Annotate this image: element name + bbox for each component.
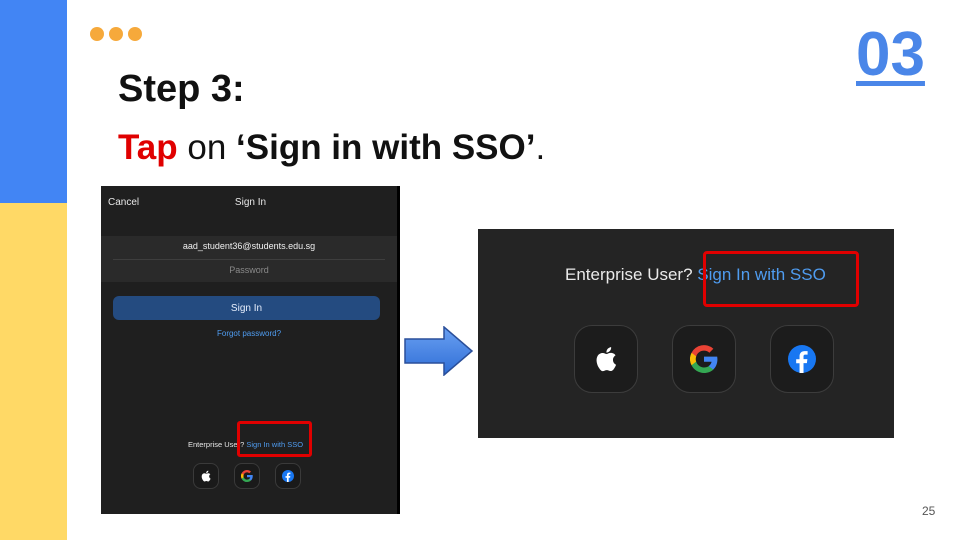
google-icon: [690, 345, 718, 373]
apple-login-button[interactable]: [574, 325, 638, 393]
dot: [90, 27, 104, 41]
instruction-target: ‘Sign in with SSO’: [236, 128, 536, 167]
field-divider: [113, 259, 385, 260]
instruction-action: Tap: [118, 128, 178, 167]
phone-screenshot: Cancel Sign In aad_student36@students.ed…: [101, 186, 400, 514]
step-title: Step 3:: [118, 68, 245, 110]
facebook-icon: [788, 345, 816, 373]
decorative-dots: [90, 27, 142, 41]
facebook-login-button[interactable]: [275, 463, 301, 489]
dot: [109, 27, 123, 41]
credential-fields: aad_student36@students.edu.sg Password: [101, 236, 397, 282]
google-login-button[interactable]: [672, 325, 736, 393]
screen-title: Sign In: [234, 197, 267, 208]
right-arrow-icon: [404, 326, 474, 376]
password-field[interactable]: Password: [113, 265, 385, 275]
instruction: Tap on ‘Sign in with SSO’.: [118, 128, 545, 168]
dot: [128, 27, 142, 41]
apple-icon: [596, 347, 617, 372]
google-icon: [241, 470, 253, 482]
sso-highlight-box: [237, 421, 312, 457]
facebook-login-button[interactable]: [770, 325, 834, 393]
zoomed-sso-view: Enterprise User? Sign In with SSO: [478, 229, 894, 438]
apple-icon: [201, 470, 211, 482]
google-login-button[interactable]: [234, 463, 260, 489]
enterprise-label: Enterprise User?: [565, 265, 698, 284]
sign-in-button[interactable]: Sign In: [113, 296, 380, 320]
apple-login-button[interactable]: [193, 463, 219, 489]
sso-highlight-box: [703, 251, 859, 307]
accent-bar-yellow: [0, 203, 67, 540]
accent-bar-blue: [0, 0, 67, 203]
forgot-password-link[interactable]: Forgot password?: [101, 329, 397, 338]
instruction-mid: on: [177, 128, 237, 167]
page-number: 25: [922, 504, 936, 518]
email-field[interactable]: aad_student36@students.edu.sg: [113, 241, 385, 251]
facebook-icon: [282, 470, 294, 482]
screenshot-edge: [397, 186, 400, 514]
step-number: 03: [856, 20, 925, 89]
instruction-end: .: [535, 128, 546, 167]
